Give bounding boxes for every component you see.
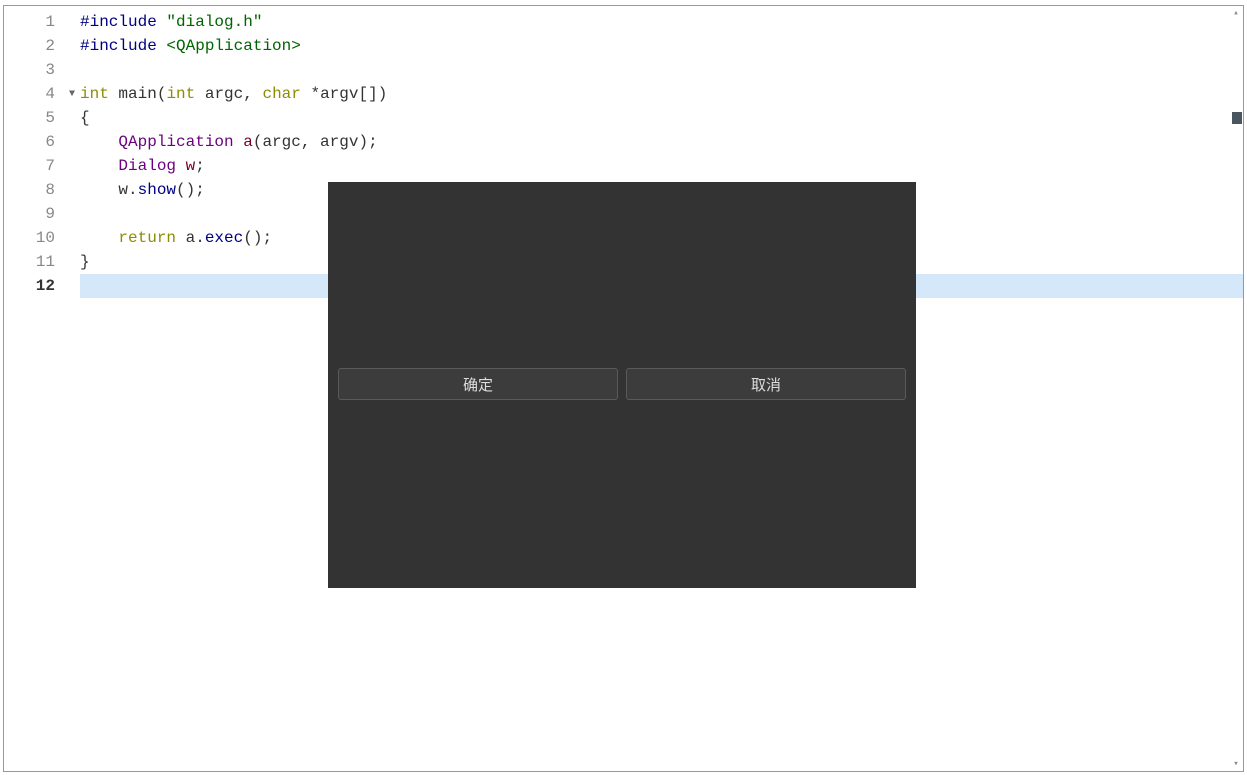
code-line[interactable]: #include "dialog.h" [80, 10, 1243, 34]
code-token: { [80, 109, 90, 127]
code-token: w [186, 157, 196, 175]
code-token: #include [80, 13, 166, 31]
code-token: ( [157, 85, 167, 103]
code-token [109, 85, 119, 103]
code-token: } [80, 253, 90, 271]
code-token: a [243, 133, 253, 151]
line-number: 7 [4, 154, 63, 178]
code-token: <QApplication> [166, 37, 300, 55]
code-token [176, 157, 186, 175]
code-token [234, 133, 244, 151]
code-line[interactable]: QApplication a(argc, argv); [80, 130, 1243, 154]
code-token: (); [176, 181, 205, 199]
fold-marker [64, 10, 80, 34]
fold-column: ▼ [64, 6, 80, 771]
code-token [80, 157, 118, 175]
fold-triangle-icon[interactable]: ▼ [64, 82, 80, 106]
code-line[interactable]: #include <QApplication> [80, 34, 1243, 58]
code-token: ; [195, 157, 205, 175]
code-token: (); [243, 229, 272, 247]
code-token: argc, [195, 85, 262, 103]
code-token: main [118, 85, 156, 103]
code-line[interactable]: Dialog w; [80, 154, 1243, 178]
code-token: return [118, 229, 176, 247]
code-token [80, 133, 118, 151]
code-token: "dialog.h" [166, 13, 262, 31]
fold-marker [64, 130, 80, 154]
line-number: 5 [4, 106, 63, 130]
dialog-button-row: 确定 取消 [338, 368, 906, 400]
line-number: 6 [4, 130, 63, 154]
dialog-window: 确定 取消 [328, 182, 916, 588]
code-token: QApplication [118, 133, 233, 151]
fold-marker [64, 154, 80, 178]
code-token: a. [176, 229, 205, 247]
fold-marker [64, 34, 80, 58]
code-token: (argc, argv); [253, 133, 378, 151]
code-token: show [138, 181, 176, 199]
code-token: *argv[]) [301, 85, 387, 103]
ok-button[interactable]: 确定 [338, 368, 618, 400]
fold-marker [64, 178, 80, 202]
fold-marker [64, 202, 80, 226]
code-line[interactable]: { [80, 106, 1243, 130]
fold-marker [64, 250, 80, 274]
line-number: 9 [4, 202, 63, 226]
line-number: 2 [4, 34, 63, 58]
line-number: 10 [4, 226, 63, 250]
line-number: 8 [4, 178, 63, 202]
fold-marker [64, 274, 80, 298]
code-line[interactable] [80, 58, 1243, 82]
cancel-button[interactable]: 取消 [626, 368, 906, 400]
fold-marker [64, 226, 80, 250]
code-token [80, 229, 118, 247]
fold-marker [64, 106, 80, 130]
code-token: char [262, 85, 300, 103]
fold-marker [64, 58, 80, 82]
line-number: 4 [4, 82, 63, 106]
code-line[interactable]: int main(int argc, char *argv[]) [80, 82, 1243, 106]
code-token: w. [80, 181, 138, 199]
line-number: 12 [4, 274, 63, 298]
line-number: 1 [4, 10, 63, 34]
line-number: 3 [4, 58, 63, 82]
code-token: int [80, 85, 109, 103]
code-token: int [166, 85, 195, 103]
line-number-gutter: 123456789101112 [4, 6, 64, 771]
code-token: #include [80, 37, 166, 55]
code-token: Dialog [118, 157, 176, 175]
scroll-down-arrow-icon[interactable]: ▾ [1229, 757, 1243, 771]
code-token: exec [205, 229, 243, 247]
line-number: 11 [4, 250, 63, 274]
